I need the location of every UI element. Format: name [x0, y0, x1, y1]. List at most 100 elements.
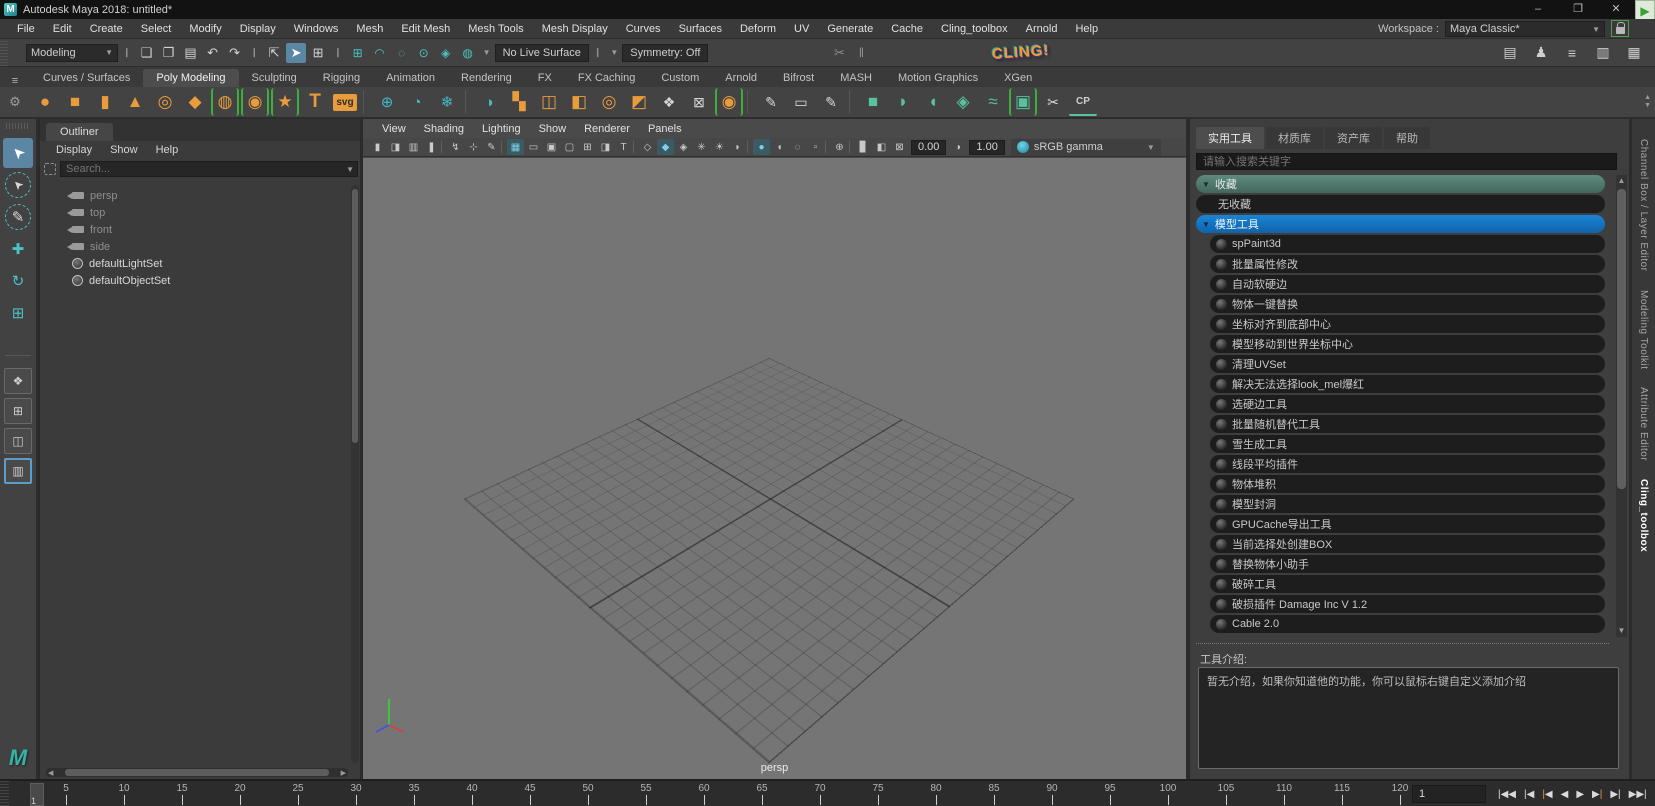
shelf-tab[interactable]: MASH: [827, 69, 885, 87]
poly-disc-icon[interactable]: ◍: [211, 88, 239, 116]
tool-list-item[interactable]: ▼ 无收藏: [1196, 195, 1605, 213]
boolean-difference-icon[interactable]: ◗: [889, 88, 917, 116]
smooth-icon[interactable]: ◎: [595, 88, 623, 116]
tool-list-item[interactable]: ▼ 雪生成工具: [1210, 435, 1605, 453]
snap-to-curve-icon[interactable]: ◠: [370, 43, 390, 63]
plugin-search-input[interactable]: [1196, 153, 1617, 170]
menu-item[interactable]: Modify: [180, 19, 230, 39]
gamma-field[interactable]: 1.00: [969, 139, 1005, 155]
drag-grip[interactable]: [6, 123, 30, 129]
scroll-right-icon[interactable]: ▶: [339, 769, 348, 777]
play-forwards-button[interactable]: ▶: [1572, 789, 1588, 800]
snap-to-view-plane-icon[interactable]: ◈: [436, 43, 456, 63]
select-tool[interactable]: ➤: [3, 138, 33, 168]
outliner-tab[interactable]: Outliner: [46, 123, 113, 141]
chevron-down-icon[interactable]: ▼: [483, 48, 491, 57]
close-button[interactable]: ✕: [1599, 0, 1633, 19]
poly-sphere-icon[interactable]: ●: [31, 88, 59, 116]
outliner-item[interactable]: front: [40, 221, 350, 238]
chevron-down-icon[interactable]: ▼: [346, 165, 354, 174]
tool-list-item[interactable]: ▼ GPUCache导出工具: [1210, 515, 1605, 533]
tool-list-item[interactable]: ▼ 物体堆积: [1210, 475, 1605, 493]
timeline-tick[interactable]: 100: [1139, 783, 1197, 805]
tool-list-item[interactable]: ▼ 破损插件 Damage Inc V 1.2: [1210, 595, 1605, 613]
side-tab[interactable]: Cling_toolbox: [1638, 479, 1649, 552]
xray-icon[interactable]: ⊕: [831, 139, 848, 155]
cut-scissors-icon[interactable]: ✂: [1039, 88, 1067, 116]
tool-list-item[interactable]: ▼ Cable 2.0: [1210, 615, 1605, 633]
isolate-select-icon[interactable]: ▫: [807, 139, 824, 155]
timeline-tick[interactable]: 35: [385, 783, 443, 805]
four-pane-layout-button[interactable]: ⊞: [4, 398, 32, 424]
menu-item[interactable]: Generate: [818, 19, 882, 39]
shelf-scroll-arrows[interactable]: ▲ ▼: [1644, 94, 1655, 110]
quad-draw-icon[interactable]: ▭: [787, 88, 815, 116]
timeline-ticks[interactable]: 5 10 15 20 25 30 35 40 45 50 55 60 65 70 75 80 85 90 95 100…: [37, 783, 1429, 805]
pan-zoom-icon[interactable]: ⊹: [465, 139, 482, 155]
safe-title-icon[interactable]: T: [615, 139, 632, 155]
shelf-tab[interactable]: XGen: [991, 69, 1045, 87]
extract-icon[interactable]: ◫: [535, 88, 563, 116]
scale-tool[interactable]: ⊞: [3, 298, 33, 328]
platonic-solid-icon[interactable]: ◉: [241, 88, 269, 116]
viewport-canvas[interactable]: persp: [363, 158, 1186, 779]
tool-list-item[interactable]: ▼ 解决无法选择look_mel爆红: [1210, 375, 1605, 393]
menu-item[interactable]: Renderer: [575, 119, 639, 139]
grid-toggle-icon[interactable]: ▦: [507, 139, 524, 155]
make-live-icon[interactable]: ◍: [458, 43, 478, 63]
menu-set-dropdown[interactable]: Modeling ▼: [26, 43, 118, 62]
menu-item[interactable]: File: [8, 19, 44, 39]
tool-list-item[interactable]: ▼ 模型移动到世界坐标中心: [1210, 335, 1605, 353]
live-surface-field[interactable]: No Live Surface: [494, 43, 589, 62]
restore-button[interactable]: ❐: [1561, 0, 1595, 19]
workspace-lock-icon[interactable]: [1611, 20, 1629, 37]
smooth-shade-icon[interactable]: ◆: [657, 139, 674, 155]
gamma-icon[interactable]: ◧: [873, 139, 890, 155]
exposure-field[interactable]: 0.00: [911, 139, 947, 155]
dotted-divider[interactable]: [1196, 643, 1609, 644]
plugin-tab[interactable]: 资产库: [1325, 127, 1382, 149]
shelf-menu-icon[interactable]: ≡: [0, 75, 30, 87]
timeline-tick[interactable]: 40: [443, 783, 501, 805]
plugin-tab[interactable]: 材质库: [1266, 127, 1323, 149]
play-backwards-button[interactable]: ◀: [1557, 789, 1573, 800]
menu-item[interactable]: Select: [132, 19, 181, 39]
cling-toolbox-logo[interactable]: CLING!: [992, 42, 1051, 63]
timeline-tick[interactable]: 5: [37, 783, 95, 805]
poly-cone-icon[interactable]: ▲: [121, 88, 149, 116]
redo-icon[interactable]: ↷: [225, 43, 245, 63]
tool-list-item[interactable]: ▼ 物体一键替换: [1210, 295, 1605, 313]
save-scene-icon[interactable]: ▤: [181, 43, 201, 63]
use-all-lights-icon[interactable]: ✳: [693, 139, 710, 155]
side-tab[interactable]: Attribute Editor: [1638, 387, 1649, 461]
svg-tool-icon[interactable]: svg: [331, 88, 359, 116]
side-tab[interactable]: Channel Box / Layer Editor: [1638, 139, 1649, 272]
timeline-tick[interactable]: 115: [1313, 783, 1371, 805]
timeline-tick[interactable]: 110: [1255, 783, 1313, 805]
textured-icon[interactable]: ◈: [675, 139, 692, 155]
drag-grip[interactable]: [0, 39, 8, 66]
timeline-tick[interactable]: 45: [501, 783, 559, 805]
outliner-vertical-scrollbar[interactable]: [351, 185, 359, 763]
open-scene-icon[interactable]: ❐: [159, 43, 179, 63]
menu-item[interactable]: Create: [81, 19, 132, 39]
new-scene-icon[interactable]: ❏: [137, 43, 157, 63]
timeline-tick[interactable]: 95: [1081, 783, 1139, 805]
gate-mask-icon[interactable]: ▢: [561, 139, 578, 155]
tool-list-item[interactable]: ▼ 收藏: [1196, 175, 1605, 193]
shelf-divider[interactable]: [849, 90, 855, 114]
remesh-cube-icon[interactable]: ◈: [949, 88, 977, 116]
timeline-tick[interactable]: 85: [965, 783, 1023, 805]
tool-list-item[interactable]: ▼ 选硬边工具: [1210, 395, 1605, 413]
shelf-tab[interactable]: Rendering: [448, 69, 525, 87]
tool-list-item[interactable]: ▼ 批量属性修改: [1210, 255, 1605, 273]
menu-item[interactable]: Cling_toolbox: [932, 19, 1017, 39]
poly-cube-icon[interactable]: ■: [61, 88, 89, 116]
remesh-sphere-icon[interactable]: ◉: [715, 88, 743, 116]
shelf-tab[interactable]: Rigging: [310, 69, 373, 87]
tool-list-item[interactable]: ▼ 清理UVSet: [1210, 355, 1605, 373]
tool-list-item[interactable]: ▼ 线段平均插件: [1210, 455, 1605, 473]
collapse-caret-icon[interactable]: ▼: [1202, 180, 1210, 189]
go-to-start-button[interactable]: |◀ ◀: [1494, 789, 1520, 800]
select-camera-icon[interactable]: ▮: [369, 139, 386, 155]
